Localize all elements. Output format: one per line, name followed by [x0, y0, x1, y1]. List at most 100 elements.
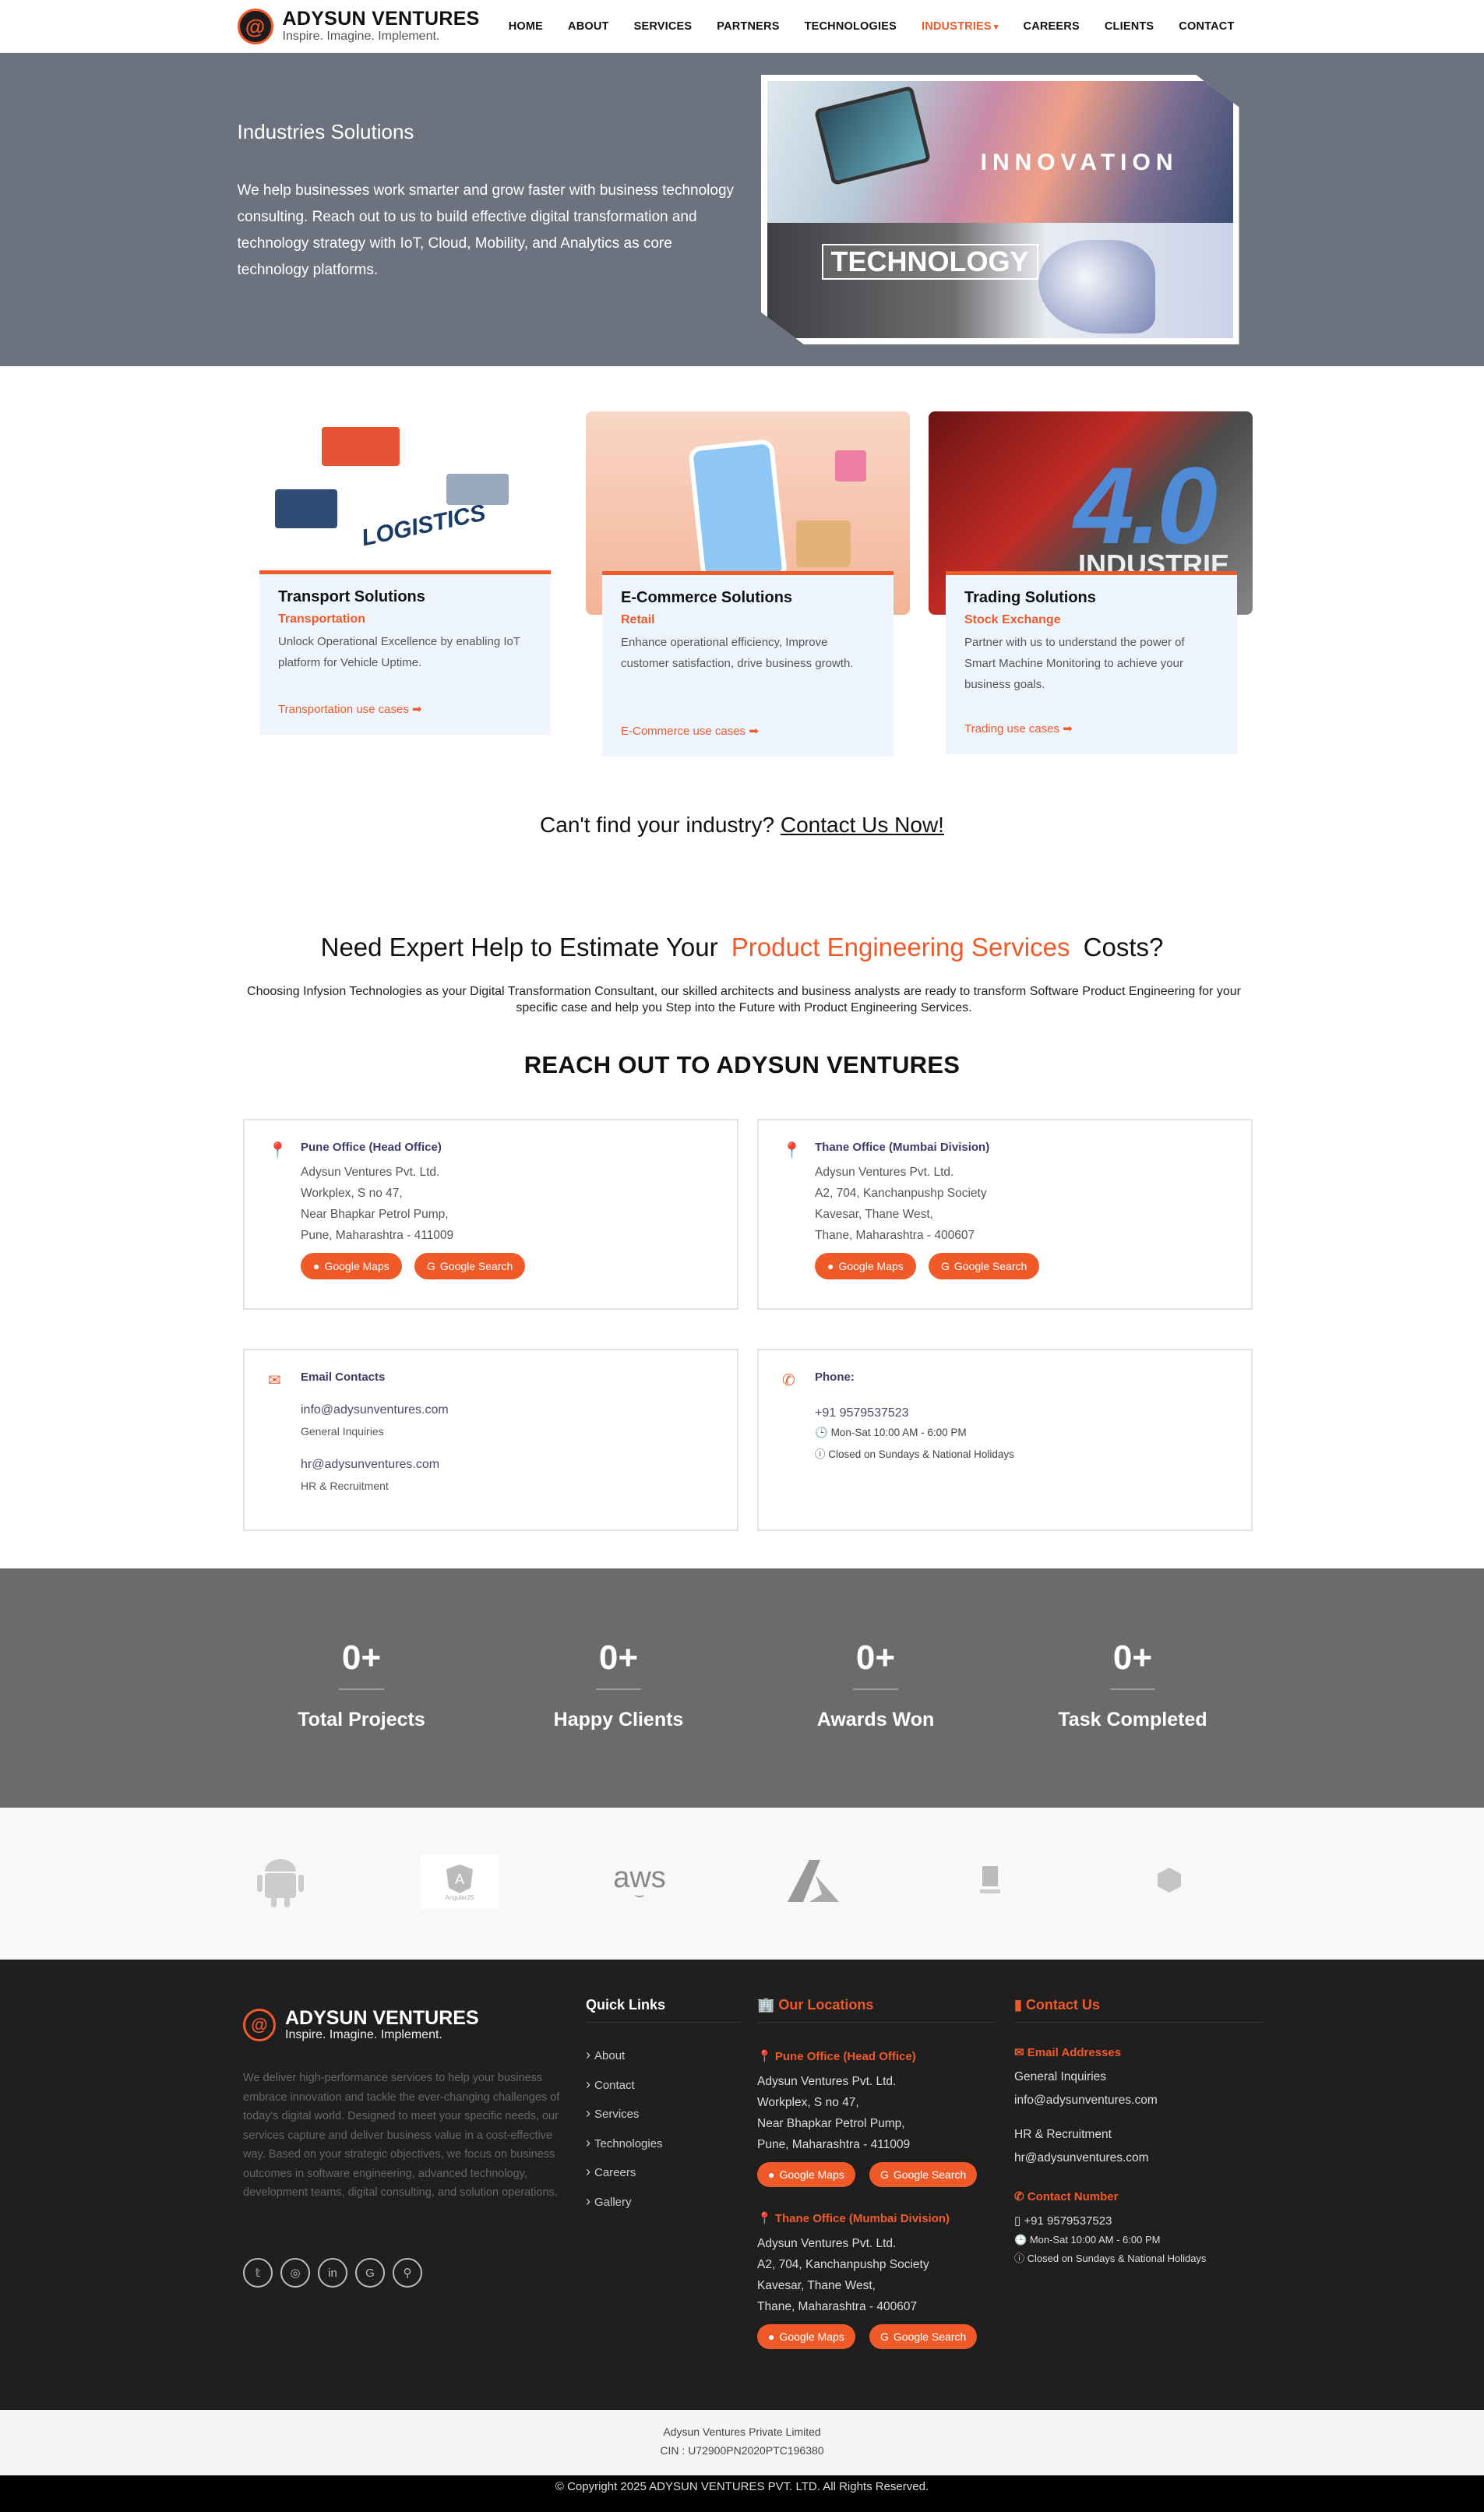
- social-links: 𝕥 ◎ in G ⚲: [243, 2258, 422, 2288]
- brand-tagline: Inspire. Imagine. Implement.: [282, 30, 440, 43]
- map-pin-icon[interactable]: ⚲: [393, 2258, 422, 2288]
- trading-use-cases-link[interactable]: Trading use cases: [964, 721, 1073, 736]
- footer-address-line: Workplex, S no 47,: [757, 2096, 859, 2109]
- phone-number-link[interactable]: +91 9579537523: [815, 1406, 909, 1420]
- stat-label: Happy Clients: [553, 1709, 684, 1731]
- footer-address-line: Near Bhapkar Petrol Pump,: [757, 2117, 905, 2130]
- footer-link-services[interactable]: Services: [586, 2105, 640, 2122]
- google-icon: G: [427, 1260, 435, 1272]
- footer-address-line: Adysun Ventures Pvt. Ltd.: [757, 2237, 897, 2250]
- footer-google-maps-button[interactable]: ● Google Maps: [757, 2324, 855, 2349]
- stats-section: 0+ Total Projects 0+ Happy Clients 0+ Aw…: [0, 1568, 1484, 1808]
- card-title: E-Commerce Solutions: [621, 589, 793, 606]
- android-icon: [252, 1854, 308, 1909]
- google-maps-button[interactable]: ● Google Maps: [815, 1253, 916, 1279]
- pune-office-card: 📍 Pune Office (Head Office) Adysun Ventu…: [243, 1119, 738, 1310]
- footer-phone[interactable]: ▯ +91 9579537523: [1014, 2214, 1112, 2228]
- company-info-bar: Adysun Ventures Private Limited CIN : U7…: [0, 2410, 1484, 2475]
- footer-google-maps-button[interactable]: ● Google Maps: [757, 2162, 855, 2187]
- footer-info-email[interactable]: info@adysunventures.com: [1014, 2094, 1158, 2108]
- footer-address-line: Kavesar, Thane West,: [757, 2279, 876, 2292]
- nav-industries[interactable]: INDUSTRIES: [909, 20, 1011, 33]
- footer-link-contact[interactable]: Contact: [586, 2076, 635, 2093]
- footer-google-search-button[interactable]: G Google Search: [869, 2324, 978, 2349]
- nav-careers[interactable]: CAREERS: [1011, 20, 1092, 33]
- industries-section: LOGISTICS 4.0 INDUSTRIE Transport Soluti…: [0, 366, 1484, 806]
- stat-label: Awards Won: [816, 1709, 935, 1731]
- phone-icon: ✆: [782, 1372, 795, 1389]
- hero-image-bottom: [767, 222, 1233, 338]
- google-maps-button[interactable]: ● Google Maps: [301, 1253, 402, 1279]
- phone-title: Phone:: [815, 1371, 855, 1384]
- card-desc: Partner with us to understand the power …: [964, 636, 1185, 691]
- brand[interactable]: ADYSUN VENTURES Inspire. Imagine. Implem…: [283, 9, 480, 44]
- general-email-label: General Inquiries: [301, 1425, 384, 1438]
- site-footer: @ ADYSUN VENTURES Inspire. Imagine. Impl…: [0, 1960, 1484, 2410]
- address-line: Workplex, S no 47,: [301, 1187, 403, 1200]
- nav-contact[interactable]: CONTACT: [1166, 20, 1246, 33]
- transport-use-cases-link[interactable]: Transportation use cases: [278, 702, 422, 716]
- contact-us-title: ▮ Contact Us: [1014, 1997, 1100, 2013]
- nav-technologies[interactable]: TECHNOLOGIES: [792, 20, 909, 33]
- footer-brand-name: ADYSUN VENTURES: [285, 2007, 479, 2029]
- footer-google-search-button[interactable]: G Google Search: [869, 2162, 978, 2187]
- envelope-icon: ✉: [268, 1372, 281, 1389]
- main-nav: HOME ABOUT SERVICES PARTNERS TECHNOLOGIE…: [496, 20, 1247, 33]
- site-header: @ ADYSUN VENTURES Inspire. Imagine. Impl…: [0, 0, 1484, 53]
- logo-icon[interactable]: @: [237, 9, 273, 44]
- instagram-icon[interactable]: ◎: [280, 2258, 310, 2288]
- closed-info: ⓘ Closed on Sundays & National Holidays: [815, 1448, 1014, 1460]
- footer-link-careers[interactable]: Careers: [586, 2164, 636, 2180]
- footer-link-gallery[interactable]: Gallery: [586, 2193, 632, 2210]
- ecommerce-use-cases-link[interactable]: E-Commerce use cases: [621, 724, 759, 738]
- twitter-icon[interactable]: 𝕥: [243, 2258, 273, 2288]
- footer-hr-email[interactable]: hr@adysunventures.com: [1014, 2151, 1149, 2165]
- footer-link-technologies[interactable]: Technologies: [586, 2135, 663, 2151]
- divider: [1014, 2022, 1264, 2023]
- cant-find-text: Can't find your industry?: [540, 813, 775, 837]
- map-pin-icon: ●: [313, 1260, 320, 1272]
- footer-address-line: Pune, Maharashtra - 411009: [757, 2138, 911, 2151]
- address-line: Adysun Ventures Pvt. Ltd.: [815, 1166, 954, 1179]
- hero-section: Industries Solutions We help businesses …: [0, 53, 1484, 366]
- stat-total-projects: 0+ Total Projects: [260, 1639, 463, 1731]
- azure-icon: [785, 1854, 841, 1909]
- linkedin-icon[interactable]: in: [318, 2258, 347, 2288]
- card-subtitle: Retail: [621, 613, 655, 626]
- card-title: Transport Solutions: [278, 588, 425, 605]
- footer-brand[interactable]: @ ADYSUN VENTURES Inspire. Imagine. Impl…: [243, 2008, 479, 2042]
- estimate-title-post: Costs?: [1083, 933, 1164, 961]
- nav-partners[interactable]: PARTNERS: [704, 20, 791, 33]
- footer-closed: ⓘ Closed on Sundays & National Holidays: [1014, 2253, 1207, 2264]
- google-icon[interactable]: G: [355, 2258, 385, 2288]
- google-search-button[interactable]: G Google Search: [929, 1253, 1040, 1279]
- phone-card: ✆ Phone: +91 9579537523 🕒 Mon-Sat 10:00 …: [757, 1349, 1253, 1531]
- card-subtitle: Transportation: [278, 612, 366, 626]
- quick-links-title: Quick Links: [586, 1997, 666, 2013]
- hr-label: HR & Recruitment: [1014, 2128, 1112, 2141]
- logo-glyph: @: [245, 14, 266, 38]
- innovation-word: INNOVATION: [980, 150, 1179, 175]
- address-line: Thane, Maharashtra - 400607: [815, 1229, 975, 1242]
- technology-word: TECHNOLOGY: [821, 244, 1038, 280]
- contact-us-now-link[interactable]: Contact Us Now!: [781, 813, 944, 837]
- hero-title: Industries Solutions: [237, 120, 414, 143]
- footer-thane-title: 📍 Thane Office (Mumbai Division): [757, 2212, 950, 2225]
- hr-email-link[interactable]: hr@adysunventures.com: [301, 1458, 439, 1472]
- card-desc: Enhance operational efficiency, Improve …: [621, 636, 854, 670]
- footer-link-about[interactable]: About: [586, 2047, 625, 2063]
- nav-services[interactable]: SERVICES: [622, 20, 705, 33]
- reach-out-title: REACH OUT TO ADYSUN VENTURES: [523, 1051, 961, 1078]
- general-email-link[interactable]: info@adysunventures.com: [301, 1403, 449, 1417]
- google-search-button[interactable]: G Google Search: [414, 1253, 526, 1279]
- nav-about[interactable]: ABOUT: [555, 20, 622, 33]
- divider: [586, 2022, 742, 2023]
- nav-home[interactable]: HOME: [496, 20, 555, 33]
- angular-icon: A AngularJS: [421, 1854, 499, 1909]
- logo-5-icon: [963, 1854, 1017, 1909]
- stat-value: 0+: [341, 1639, 382, 1677]
- stat-awards-won: 0+ Awards Won: [774, 1639, 977, 1731]
- map-pin-icon: 📍: [268, 1142, 287, 1159]
- copyright-text: © Copyright 2025 ADYSUN VENTURES PVT. LT…: [555, 2480, 929, 2493]
- nav-clients[interactable]: CLIENTS: [1092, 20, 1166, 33]
